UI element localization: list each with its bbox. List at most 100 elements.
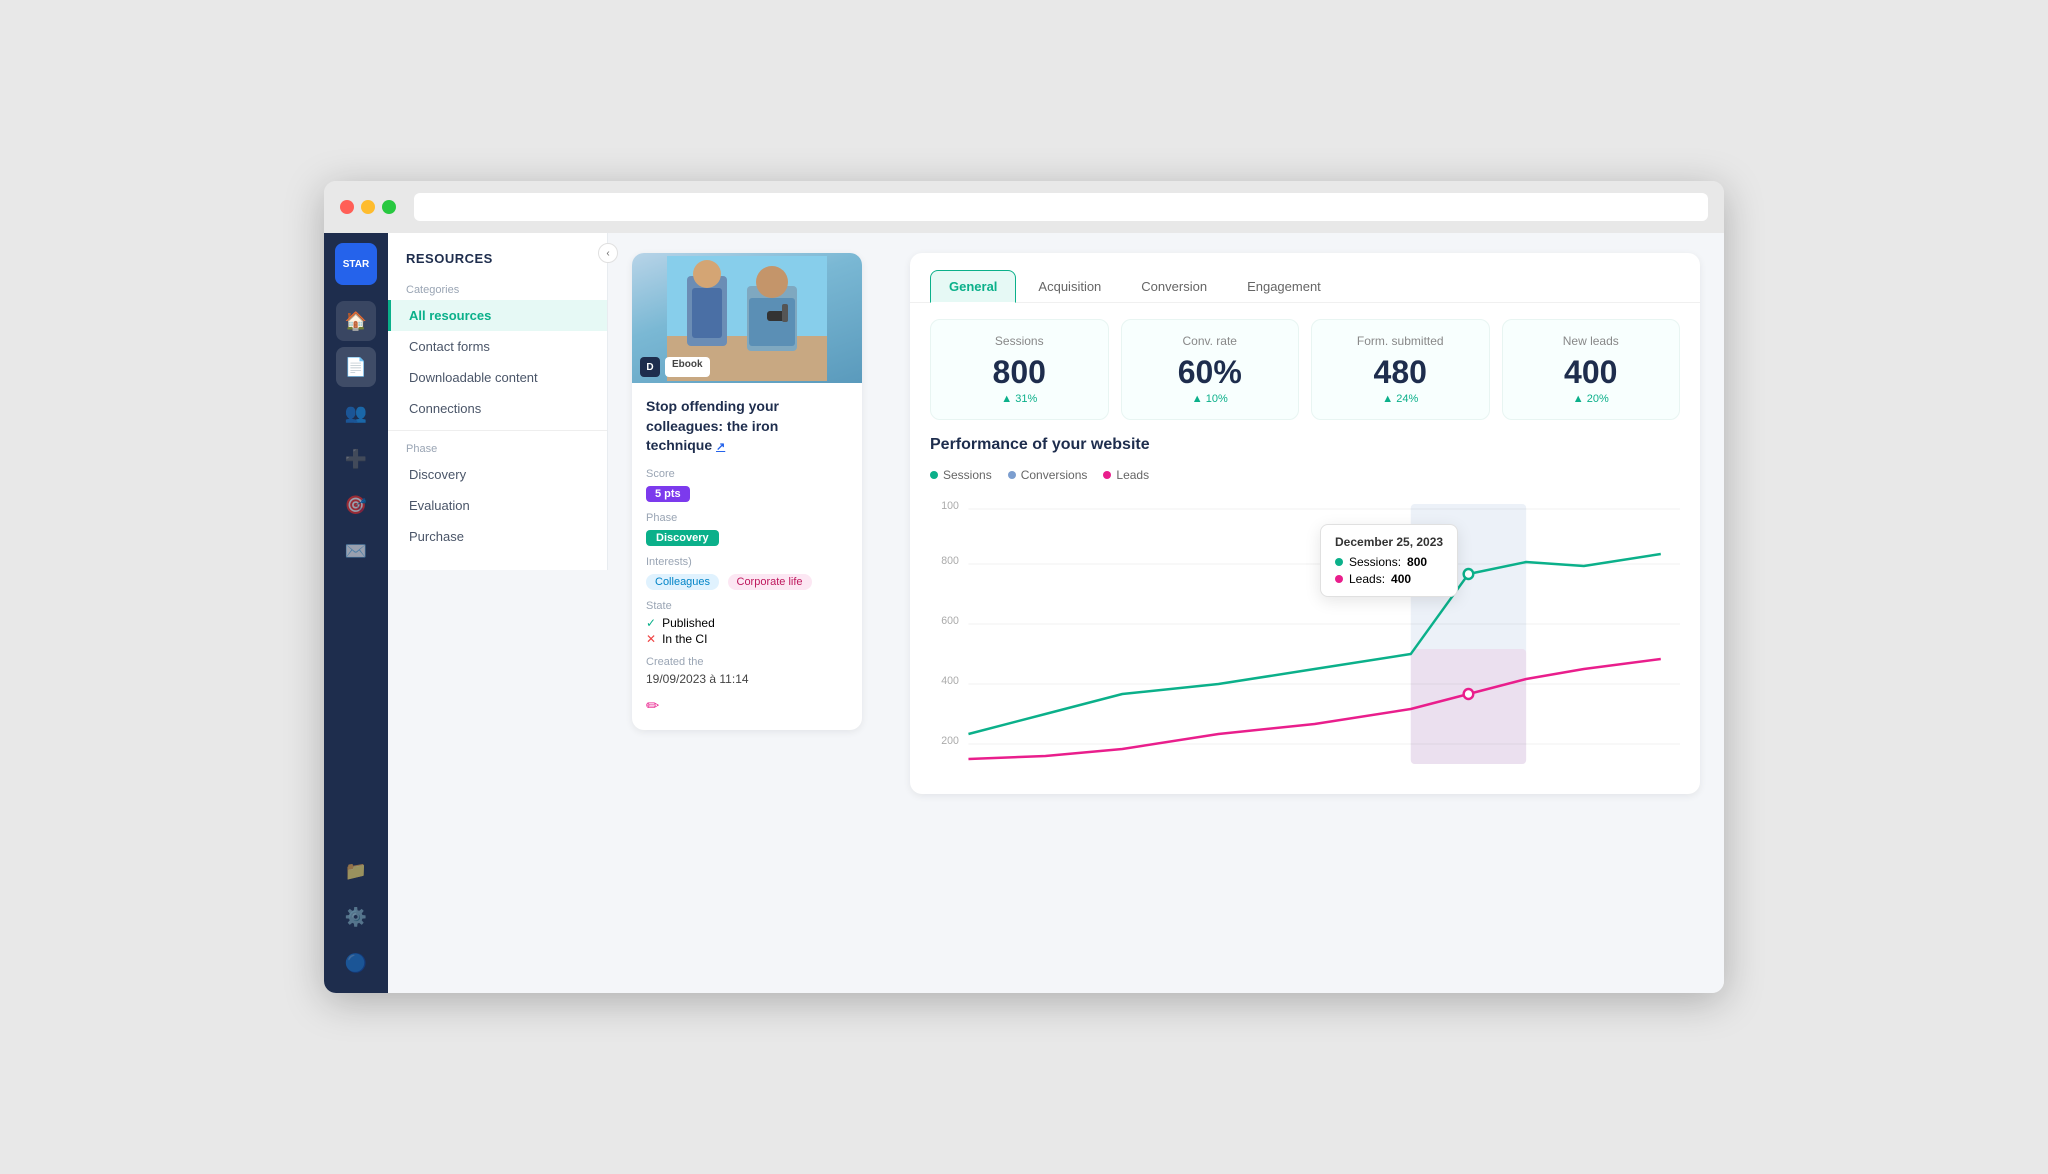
published-label: Published: [662, 616, 715, 630]
conv-rate-value: 60%: [1138, 354, 1283, 391]
sessions-value: 800: [947, 354, 1092, 391]
nav-add-icon[interactable]: ➕: [336, 439, 376, 479]
tab-general[interactable]: General: [930, 270, 1016, 303]
check-icon: ✓: [646, 616, 656, 630]
close-dot[interactable]: [340, 200, 354, 214]
legend-sessions-label: Sessions: [943, 468, 992, 482]
created-label: Created the: [646, 656, 848, 668]
sidebar-item-evaluation[interactable]: Evaluation: [388, 490, 607, 521]
sessions-dot: [930, 471, 938, 479]
conversions-dot: [1008, 471, 1016, 479]
state-label: State: [646, 600, 848, 612]
tab-engagement[interactable]: Engagement: [1229, 270, 1339, 303]
new-leads-value: 400: [1519, 354, 1664, 391]
interests-label: Interests): [646, 556, 848, 568]
tab-conversion[interactable]: Conversion: [1123, 270, 1225, 303]
phase-label: Phase: [388, 437, 607, 459]
interest-colleagues: Colleagues: [646, 574, 719, 590]
logo-text: STAR: [343, 259, 369, 270]
nav-folder-icon[interactable]: 📁: [336, 851, 376, 891]
app-logo: STAR: [335, 243, 377, 285]
nav-contacts-icon[interactable]: 👥: [336, 393, 376, 433]
nav-home-icon[interactable]: 🏠: [336, 301, 376, 341]
card-title: Stop offending your colleagues: the iron…: [646, 397, 848, 456]
sidebar-item-purchase[interactable]: Purchase: [388, 521, 607, 552]
nav-profile-icon[interactable]: 🔵: [336, 943, 376, 983]
sidebar-item-connections[interactable]: Connections: [388, 393, 607, 424]
form-submitted-value: 480: [1328, 354, 1473, 391]
conv-rate-label: Conv. rate: [1138, 334, 1283, 348]
analytics-tabs: General Acquisition Conversion Engagemen…: [910, 253, 1700, 303]
phase-field-label: Phase: [646, 512, 848, 524]
legend-conversions: Conversions: [1008, 468, 1088, 482]
tab-acquisition[interactable]: Acquisition: [1020, 270, 1119, 303]
card-badges: D Ebook: [640, 357, 710, 377]
created-value: 19/09/2023 à 11:14: [646, 672, 848, 686]
sidebar-nav: STAR 🏠 📄 👥 ➕ 🎯 ✉️ 📁 ⚙️ 🔵: [324, 233, 388, 993]
conv-rate-change: 10%: [1138, 393, 1283, 405]
sidebar-item-all-resources[interactable]: All resources: [388, 300, 607, 331]
panel-title: RESOURCES: [388, 251, 607, 278]
chart-svg: 100 800 600 400 200: [930, 494, 1680, 774]
edit-icon[interactable]: ✏: [646, 696, 848, 716]
card-link-icon[interactable]: ↗: [716, 441, 725, 453]
score-badge: 5 pts: [646, 486, 690, 502]
score-label: Score: [646, 468, 848, 480]
svg-text:100: 100: [941, 500, 959, 512]
legend-leads-label: Leads: [1116, 468, 1149, 482]
badge-d: D: [640, 357, 660, 377]
main-content: D Ebook Stop offending your colleagues: …: [608, 233, 1724, 993]
metrics-row: Sessions 800 31% Conv. rate 60% 10% Form…: [910, 303, 1700, 436]
browser-bar: [324, 181, 1724, 233]
analytics-panel: General Acquisition Conversion Engagemen…: [910, 253, 1700, 794]
sessions-change: 31%: [947, 393, 1092, 405]
state-published: ✓ Published: [646, 616, 848, 630]
metric-form-submitted: Form. submitted 480 24%: [1311, 319, 1490, 420]
ci-label: In the CI: [662, 632, 707, 646]
chart-title: Performance of your website: [930, 436, 1680, 454]
resource-card: D Ebook Stop offending your colleagues: …: [632, 253, 862, 730]
interest-corporate: Corporate life: [728, 574, 812, 590]
sidebar-item-discovery[interactable]: Discovery: [388, 459, 607, 490]
legend-conversions-label: Conversions: [1021, 468, 1088, 482]
form-submitted-label: Form. submitted: [1328, 334, 1473, 348]
nav-mail-icon[interactable]: ✉️: [336, 531, 376, 571]
metric-new-leads: New leads 400 20%: [1502, 319, 1681, 420]
svg-text:800: 800: [941, 555, 959, 567]
phase-badge: Discovery: [646, 530, 719, 546]
sidebar-item-downloadable[interactable]: Downloadable content: [388, 362, 607, 393]
svg-text:200: 200: [941, 735, 959, 747]
metric-sessions: Sessions 800 31%: [930, 319, 1109, 420]
minimize-dot[interactable]: [361, 200, 375, 214]
nav-targets-icon[interactable]: 🎯: [336, 485, 376, 525]
url-bar[interactable]: [414, 193, 1708, 221]
maximize-dot[interactable]: [382, 200, 396, 214]
new-leads-label: New leads: [1519, 334, 1664, 348]
window-controls: [340, 200, 396, 214]
svg-text:600: 600: [941, 615, 959, 627]
chart-legend: Sessions Conversions Leads: [930, 468, 1680, 482]
state-ci: ✕ In the CI: [646, 632, 848, 646]
categories-label: Categories: [388, 278, 607, 300]
chart-area: Performance of your website Sessions Con…: [910, 436, 1700, 794]
sidebar-item-contact-forms[interactable]: Contact forms: [388, 331, 607, 362]
svg-text:400: 400: [941, 675, 959, 687]
leads-dot: [1103, 471, 1111, 479]
left-panel: RESOURCES Categories All resources Conta…: [388, 233, 608, 570]
collapse-panel-button[interactable]: ‹: [598, 243, 618, 263]
interests-row: Colleagues Corporate life: [646, 572, 848, 590]
form-submitted-change: 24%: [1328, 393, 1473, 405]
sessions-label: Sessions: [947, 334, 1092, 348]
new-leads-change: 20%: [1519, 393, 1664, 405]
nav-resources-icon[interactable]: 📄: [336, 347, 376, 387]
nav-settings-icon[interactable]: ⚙️: [336, 897, 376, 937]
metric-conv-rate: Conv. rate 60% 10%: [1121, 319, 1300, 420]
legend-leads: Leads: [1103, 468, 1149, 482]
chart-container: 100 800 600 400 200: [930, 494, 1680, 774]
legend-sessions: Sessions: [930, 468, 992, 482]
badge-type: Ebook: [665, 357, 710, 377]
card-image: D Ebook: [632, 253, 862, 383]
card-body: Stop offending your colleagues: the iron…: [632, 383, 862, 730]
content-row: D Ebook Stop offending your colleagues: …: [632, 253, 1700, 794]
x-icon: ✕: [646, 632, 656, 646]
